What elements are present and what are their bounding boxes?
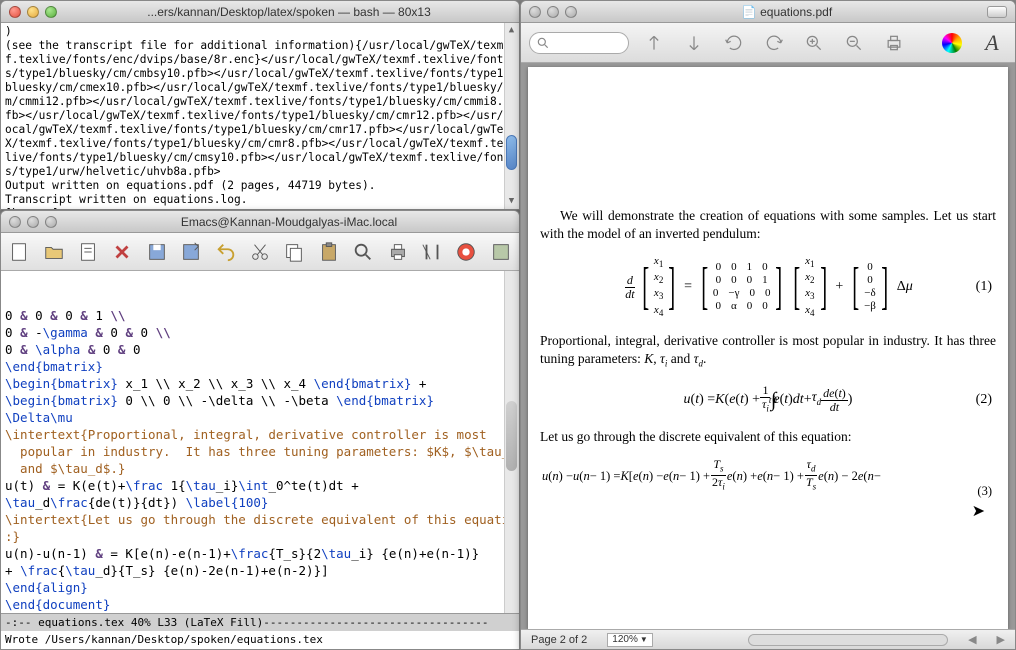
minimize-icon[interactable] (27, 216, 39, 228)
save-icon[interactable] (145, 238, 169, 266)
editor-line: \Delta\mu (5, 409, 515, 426)
terminal-title: ...ers/kannan/Desktop/latex/spoken — bas… (67, 5, 511, 19)
cut-icon[interactable] (248, 238, 272, 266)
prev-page-icon[interactable] (639, 28, 669, 58)
editor-line: \intertext{Proportional, integral, deriv… (5, 426, 515, 443)
editor-line: popular in industry. It has three tuning… (5, 443, 515, 460)
emacs-editor[interactable]: 0 & 0 & 0 & 1 \\0 & -\gamma & 0 & 0 \\0 … (1, 271, 519, 613)
terminal-line: ) (5, 25, 515, 39)
font-panel-icon[interactable]: A (977, 28, 1007, 58)
equation-number: (2) (976, 391, 992, 409)
zoom-icon[interactable] (45, 216, 57, 228)
page-indicator: Page 2 of 2 (531, 634, 587, 646)
terminal-line: Output written on equations.pdf (2 pages… (5, 179, 515, 193)
editor-line: 0 & \alpha & 0 & 0 (5, 341, 515, 358)
editor-line: \begin{bmatrix} 0 \\ 0 \\ -\delta \\ -\b… (5, 392, 515, 409)
dired-icon[interactable] (76, 238, 100, 266)
editor-line: u(n)-u(n-1) & = K[e(n)-e(n-1)+\frac{T_s}… (5, 545, 515, 562)
editor-line: u(t) & = K(e(t)+\frac 1{\tau_i}\int_0^te… (5, 477, 515, 494)
emacs-window: Emacs@Kannan-Moudgalyas-iMac.local 0 & 0… (0, 210, 520, 650)
open-file-icon[interactable] (41, 238, 65, 266)
paste-icon[interactable] (317, 238, 341, 266)
search-icon (536, 36, 550, 50)
close-icon[interactable] (529, 6, 541, 18)
terminal-titlebar: ...ers/kannan/Desktop/latex/spoken — bas… (1, 1, 519, 23)
page-nav-next-icon[interactable]: ▶ (997, 633, 1005, 646)
scroll-thumb[interactable] (506, 401, 517, 471)
preview-statusbar: Page 2 of 2 120%▼ ◀ ▶ (521, 629, 1015, 649)
zoom-in-icon[interactable] (799, 28, 829, 58)
terminal-scrollbar[interactable]: ▲ ▼ (504, 23, 519, 209)
new-file-icon[interactable] (7, 238, 31, 266)
next-page-icon[interactable] (679, 28, 709, 58)
close-icon[interactable] (9, 216, 21, 228)
zoom-select[interactable]: 120%▼ (607, 633, 653, 647)
rotate-left-icon[interactable] (719, 28, 749, 58)
paragraph: Proportional, integral, derivative contr… (540, 332, 996, 373)
terminal-line: (see the transcript file for additional … (5, 39, 515, 179)
emacs-title: Emacs@Kannan-Moudgalyas-iMac.local (67, 215, 511, 229)
cursor-icon: ➤ (972, 503, 985, 521)
scroll-thumb[interactable] (506, 135, 517, 170)
undo-icon[interactable] (213, 238, 237, 266)
editor-line: 0 & 0 & 0 & 1 \\ (5, 307, 515, 324)
editor-line: \end{bmatrix} (5, 358, 515, 375)
editor-line: + \frac{\tau_d}{T_s} {e(n)-2e(n-1)+e(n-2… (5, 562, 515, 579)
pdf-viewport[interactable]: We will demonstrate the creation of equa… (521, 63, 1015, 629)
rotate-right-icon[interactable] (759, 28, 789, 58)
minimize-icon[interactable] (547, 6, 559, 18)
latex-icon[interactable] (489, 238, 513, 266)
search-icon[interactable] (351, 238, 375, 266)
terminal-body[interactable]: )(see the transcript file for additional… (1, 23, 519, 209)
terminal-window: ...ers/kannan/Desktop/latex/spoken — bas… (0, 0, 520, 210)
page-nav-prev-icon[interactable]: ◀ (968, 633, 976, 646)
print-icon[interactable] (879, 28, 909, 58)
color-wheel-icon[interactable] (937, 28, 967, 58)
preview-toolbar: A (521, 23, 1015, 63)
editor-line: \tau_d\frac{de(t)}{dt}) \label{100} (5, 494, 515, 511)
preview-title: 📄 equations.pdf (587, 5, 987, 19)
search-input[interactable] (529, 32, 629, 54)
save-as-icon[interactable] (179, 238, 203, 266)
scroll-up-icon[interactable]: ▲ (506, 25, 517, 36)
print-icon[interactable] (385, 238, 409, 266)
paragraph: We will demonstrate the creation of equa… (540, 207, 996, 243)
equation-number: (3) (977, 482, 992, 500)
editor-line: \begin{bmatrix} x_1 \\ x_2 \\ x_3 \\ x_4… (5, 375, 515, 392)
scroll-down-icon[interactable]: ▼ (506, 196, 517, 207)
terminal-line: Transcript written on equations.log. (5, 193, 515, 207)
terminal-line: [kannan]: (5, 207, 515, 209)
editor-line: \end{align} (5, 579, 515, 596)
preview-window: 📄 equations.pdf A We will demonstrate th… (520, 0, 1016, 650)
copy-icon[interactable] (282, 238, 306, 266)
horizontal-scrollbar[interactable] (748, 634, 948, 646)
emacs-minibuffer: Wrote /Users/kannan/Desktop/spoken/equat… (1, 631, 519, 649)
zoom-icon[interactable] (45, 6, 57, 18)
preview-titlebar: 📄 equations.pdf (521, 1, 1015, 23)
equation-3: u(n) − u(n − 1) = K[e(n) − e(n − 1) + Ts… (540, 458, 996, 494)
close-buffer-icon[interactable] (110, 238, 134, 266)
emacs-titlebar: Emacs@Kannan-Moudgalyas-iMac.local (1, 211, 519, 233)
help-icon[interactable] (454, 238, 478, 266)
proxy-icon[interactable] (987, 6, 1007, 18)
editor-line: \intertext{Let us go through the discret… (5, 511, 515, 528)
equation-number: (1) (976, 278, 992, 296)
paragraph: Let us go through the discrete equivalen… (540, 428, 996, 446)
equation-1: ddt [x1x2x3x4] = [ 0010 0001 0−γ00 0α00 … (540, 255, 996, 320)
pdf-page: We will demonstrate the creation of equa… (528, 67, 1008, 629)
zoom-icon[interactable] (565, 6, 577, 18)
zoom-out-icon[interactable] (839, 28, 869, 58)
minimize-icon[interactable] (27, 6, 39, 18)
emacs-scrollbar[interactable] (504, 271, 519, 613)
close-icon[interactable] (9, 6, 21, 18)
preferences-icon[interactable] (420, 238, 444, 266)
emacs-modeline: -:-- equations.tex 40% L33 (LaTeX Fill)-… (1, 613, 519, 631)
emacs-toolbar (1, 233, 519, 271)
editor-line: and $\tau_d$.} (5, 460, 515, 477)
equation-2: u(t) = K(e(t) + 1τi ∫0t e(t)dt + τd de(t… (540, 384, 996, 415)
editor-line: 0 & -\gamma & 0 & 0 \\ (5, 324, 515, 341)
editor-line: \end{document} (5, 596, 515, 613)
editor-line: :} (5, 528, 515, 545)
